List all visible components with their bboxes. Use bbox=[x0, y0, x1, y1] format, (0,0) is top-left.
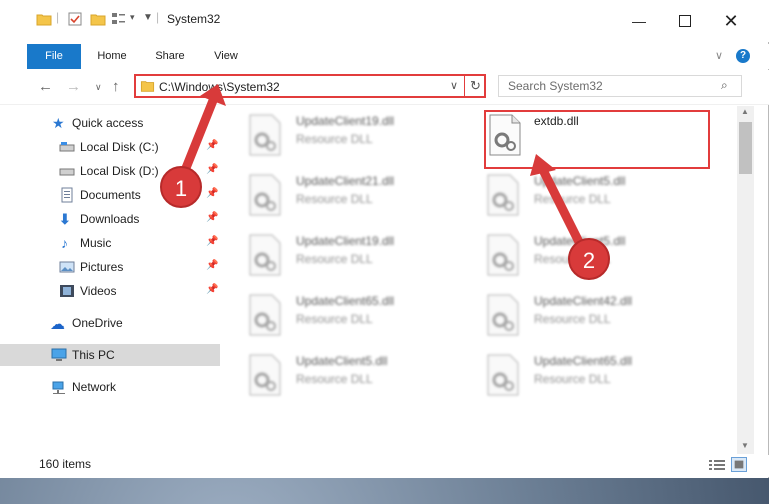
view-options-icon[interactable] bbox=[111, 11, 127, 27]
tab-share[interactable]: Share bbox=[146, 44, 194, 69]
scroll-up-icon[interactable]: ▲ bbox=[741, 107, 749, 116]
new-folder-icon[interactable] bbox=[90, 11, 106, 27]
drive-icon bbox=[59, 168, 75, 176]
pin-icon[interactable]: 📌 bbox=[206, 164, 218, 175]
minimize-button[interactable]: — bbox=[616, 6, 662, 36]
file-item[interactable]: UpdateClient19.dll Resource DLL bbox=[236, 110, 464, 162]
search-input[interactable]: Search System32 ⌕ bbox=[498, 75, 742, 97]
network-icon bbox=[52, 381, 65, 394]
help-icon[interactable]: ? bbox=[736, 49, 750, 63]
nav-item-local-disk-c[interactable]: Local Disk (C:) 📌 bbox=[0, 136, 220, 158]
window-title: System32 bbox=[167, 12, 221, 26]
folder-icon bbox=[36, 14, 52, 26]
address-path[interactable]: C:\Windows\System32 bbox=[159, 80, 280, 94]
nav-item-onedrive[interactable]: ☁ OneDrive bbox=[0, 312, 220, 334]
pictures-icon bbox=[59, 261, 75, 273]
address-bar[interactable]: C:\Windows\System32 ∨ ↻ bbox=[134, 74, 486, 98]
tab-home[interactable]: Home bbox=[88, 44, 136, 69]
search-icon[interactable]: ⌕ bbox=[721, 78, 728, 93]
file-highlight-box bbox=[484, 110, 710, 169]
pin-icon[interactable]: 📌 bbox=[206, 188, 218, 199]
music-icon: ♪ bbox=[61, 235, 68, 251]
address-dropdown-icon[interactable]: ∨ bbox=[450, 79, 458, 92]
scroll-down-icon[interactable]: ▼ bbox=[741, 441, 749, 450]
dll-file-icon bbox=[249, 354, 281, 396]
pin-icon[interactable]: 📌 bbox=[206, 284, 218, 295]
nav-item-music[interactable]: ♪ Music 📌 bbox=[0, 232, 220, 254]
dll-file-icon bbox=[487, 174, 519, 216]
download-icon: ⬇ bbox=[59, 211, 71, 227]
refresh-icon[interactable]: ↻ bbox=[470, 78, 481, 94]
tab-view[interactable]: View bbox=[203, 44, 249, 69]
documents-icon bbox=[61, 187, 73, 203]
nav-item-videos[interactable]: Videos 📌 bbox=[0, 280, 220, 302]
file-item[interactable]: UpdateClient5.dll Resource DLL bbox=[474, 170, 702, 222]
up-arrow-icon[interactable]: ↑ bbox=[112, 78, 120, 95]
folder-icon bbox=[140, 81, 155, 92]
dll-file-icon bbox=[249, 234, 281, 276]
dll-file-icon bbox=[487, 354, 519, 396]
divider: | bbox=[56, 10, 60, 24]
chevron-down-icon[interactable]: ▾ bbox=[130, 12, 135, 23]
details-view-icon[interactable] bbox=[709, 459, 725, 471]
drive-icon bbox=[59, 142, 75, 152]
step-2-badge: 2 bbox=[568, 238, 610, 280]
file-item[interactable]: UpdateClient42.dll Resource DLL bbox=[474, 290, 702, 342]
dll-file-icon bbox=[487, 234, 519, 276]
forward-arrow-icon[interactable]: → bbox=[66, 78, 81, 95]
pin-icon[interactable]: 📌 bbox=[206, 212, 218, 223]
search-placeholder: Search System32 bbox=[508, 79, 603, 93]
ribbon-tabs: File Home Share View ∨ ? bbox=[0, 44, 769, 69]
close-icon: ✕ bbox=[723, 10, 739, 31]
tab-file[interactable]: File bbox=[27, 44, 81, 69]
file-item[interactable]: UpdateClient21.dll Resource DLL bbox=[236, 170, 464, 222]
close-button[interactable]: ✕ bbox=[708, 6, 754, 36]
file-item[interactable]: UpdateClient19.dll Resource DLL bbox=[236, 230, 464, 282]
properties-icon[interactable] bbox=[67, 11, 83, 27]
scrollbar-thumb[interactable] bbox=[739, 122, 752, 174]
vertical-scrollbar[interactable]: ▲ ▼ bbox=[737, 106, 754, 454]
file-item[interactable]: UpdateClient65.dll Resource DLL bbox=[474, 350, 702, 402]
dll-file-icon bbox=[249, 114, 281, 156]
minimize-icon: — bbox=[632, 13, 646, 29]
title-bar: | ▾ ▼ | System32 — ✕ bbox=[0, 0, 769, 42]
maximize-icon bbox=[679, 15, 691, 27]
videos-icon bbox=[60, 285, 74, 297]
star-icon: ★ bbox=[52, 115, 65, 131]
nav-item-downloads[interactable]: ⬇ Downloads 📌 bbox=[0, 208, 220, 230]
nav-item-network[interactable]: Network bbox=[0, 376, 220, 398]
dll-file-icon bbox=[249, 174, 281, 216]
nav-item-this-pc[interactable]: This PC bbox=[0, 344, 220, 366]
recent-locations-icon[interactable]: ∨ bbox=[95, 82, 102, 93]
item-count: 160 items bbox=[39, 457, 92, 471]
customize-toolbar-icon[interactable]: ▼ bbox=[143, 12, 153, 23]
computer-icon bbox=[51, 348, 67, 361]
pin-icon[interactable]: 📌 bbox=[206, 236, 218, 247]
nav-item-quick-access[interactable]: ★ Quick access bbox=[0, 112, 220, 134]
address-row: ← → ∨ ↑ C:\Windows\System32 ∨ ↻ Search S… bbox=[0, 70, 769, 105]
divider bbox=[464, 76, 465, 96]
back-arrow-icon[interactable]: ← bbox=[38, 78, 53, 95]
large-icons-view-icon[interactable] bbox=[731, 457, 747, 472]
file-item[interactable]: UpdateClient65.dll Resource DLL bbox=[236, 290, 464, 342]
pin-icon[interactable]: 📌 bbox=[206, 260, 218, 271]
file-explorer-window: | ▾ ▼ | System32 — ✕ File Home Share Vie… bbox=[0, 0, 769, 478]
nav-item-pictures[interactable]: Pictures 📌 bbox=[0, 256, 220, 278]
expand-ribbon-icon[interactable]: ∨ bbox=[715, 49, 723, 62]
pin-icon[interactable]: 📌 bbox=[206, 140, 218, 151]
dll-file-icon bbox=[249, 294, 281, 336]
divider: | bbox=[156, 10, 160, 24]
dll-file-icon bbox=[487, 294, 519, 336]
maximize-button[interactable] bbox=[662, 6, 708, 36]
step-1-badge: 1 bbox=[160, 166, 202, 208]
status-bar: 160 items bbox=[0, 455, 769, 477]
file-item[interactable]: UpdateClient5.dll Resource DLL bbox=[236, 350, 464, 402]
navigation-pane: ★ Quick access Local Disk (C:) 📌 Local D… bbox=[0, 106, 222, 450]
cloud-icon: ☁ bbox=[50, 316, 65, 333]
